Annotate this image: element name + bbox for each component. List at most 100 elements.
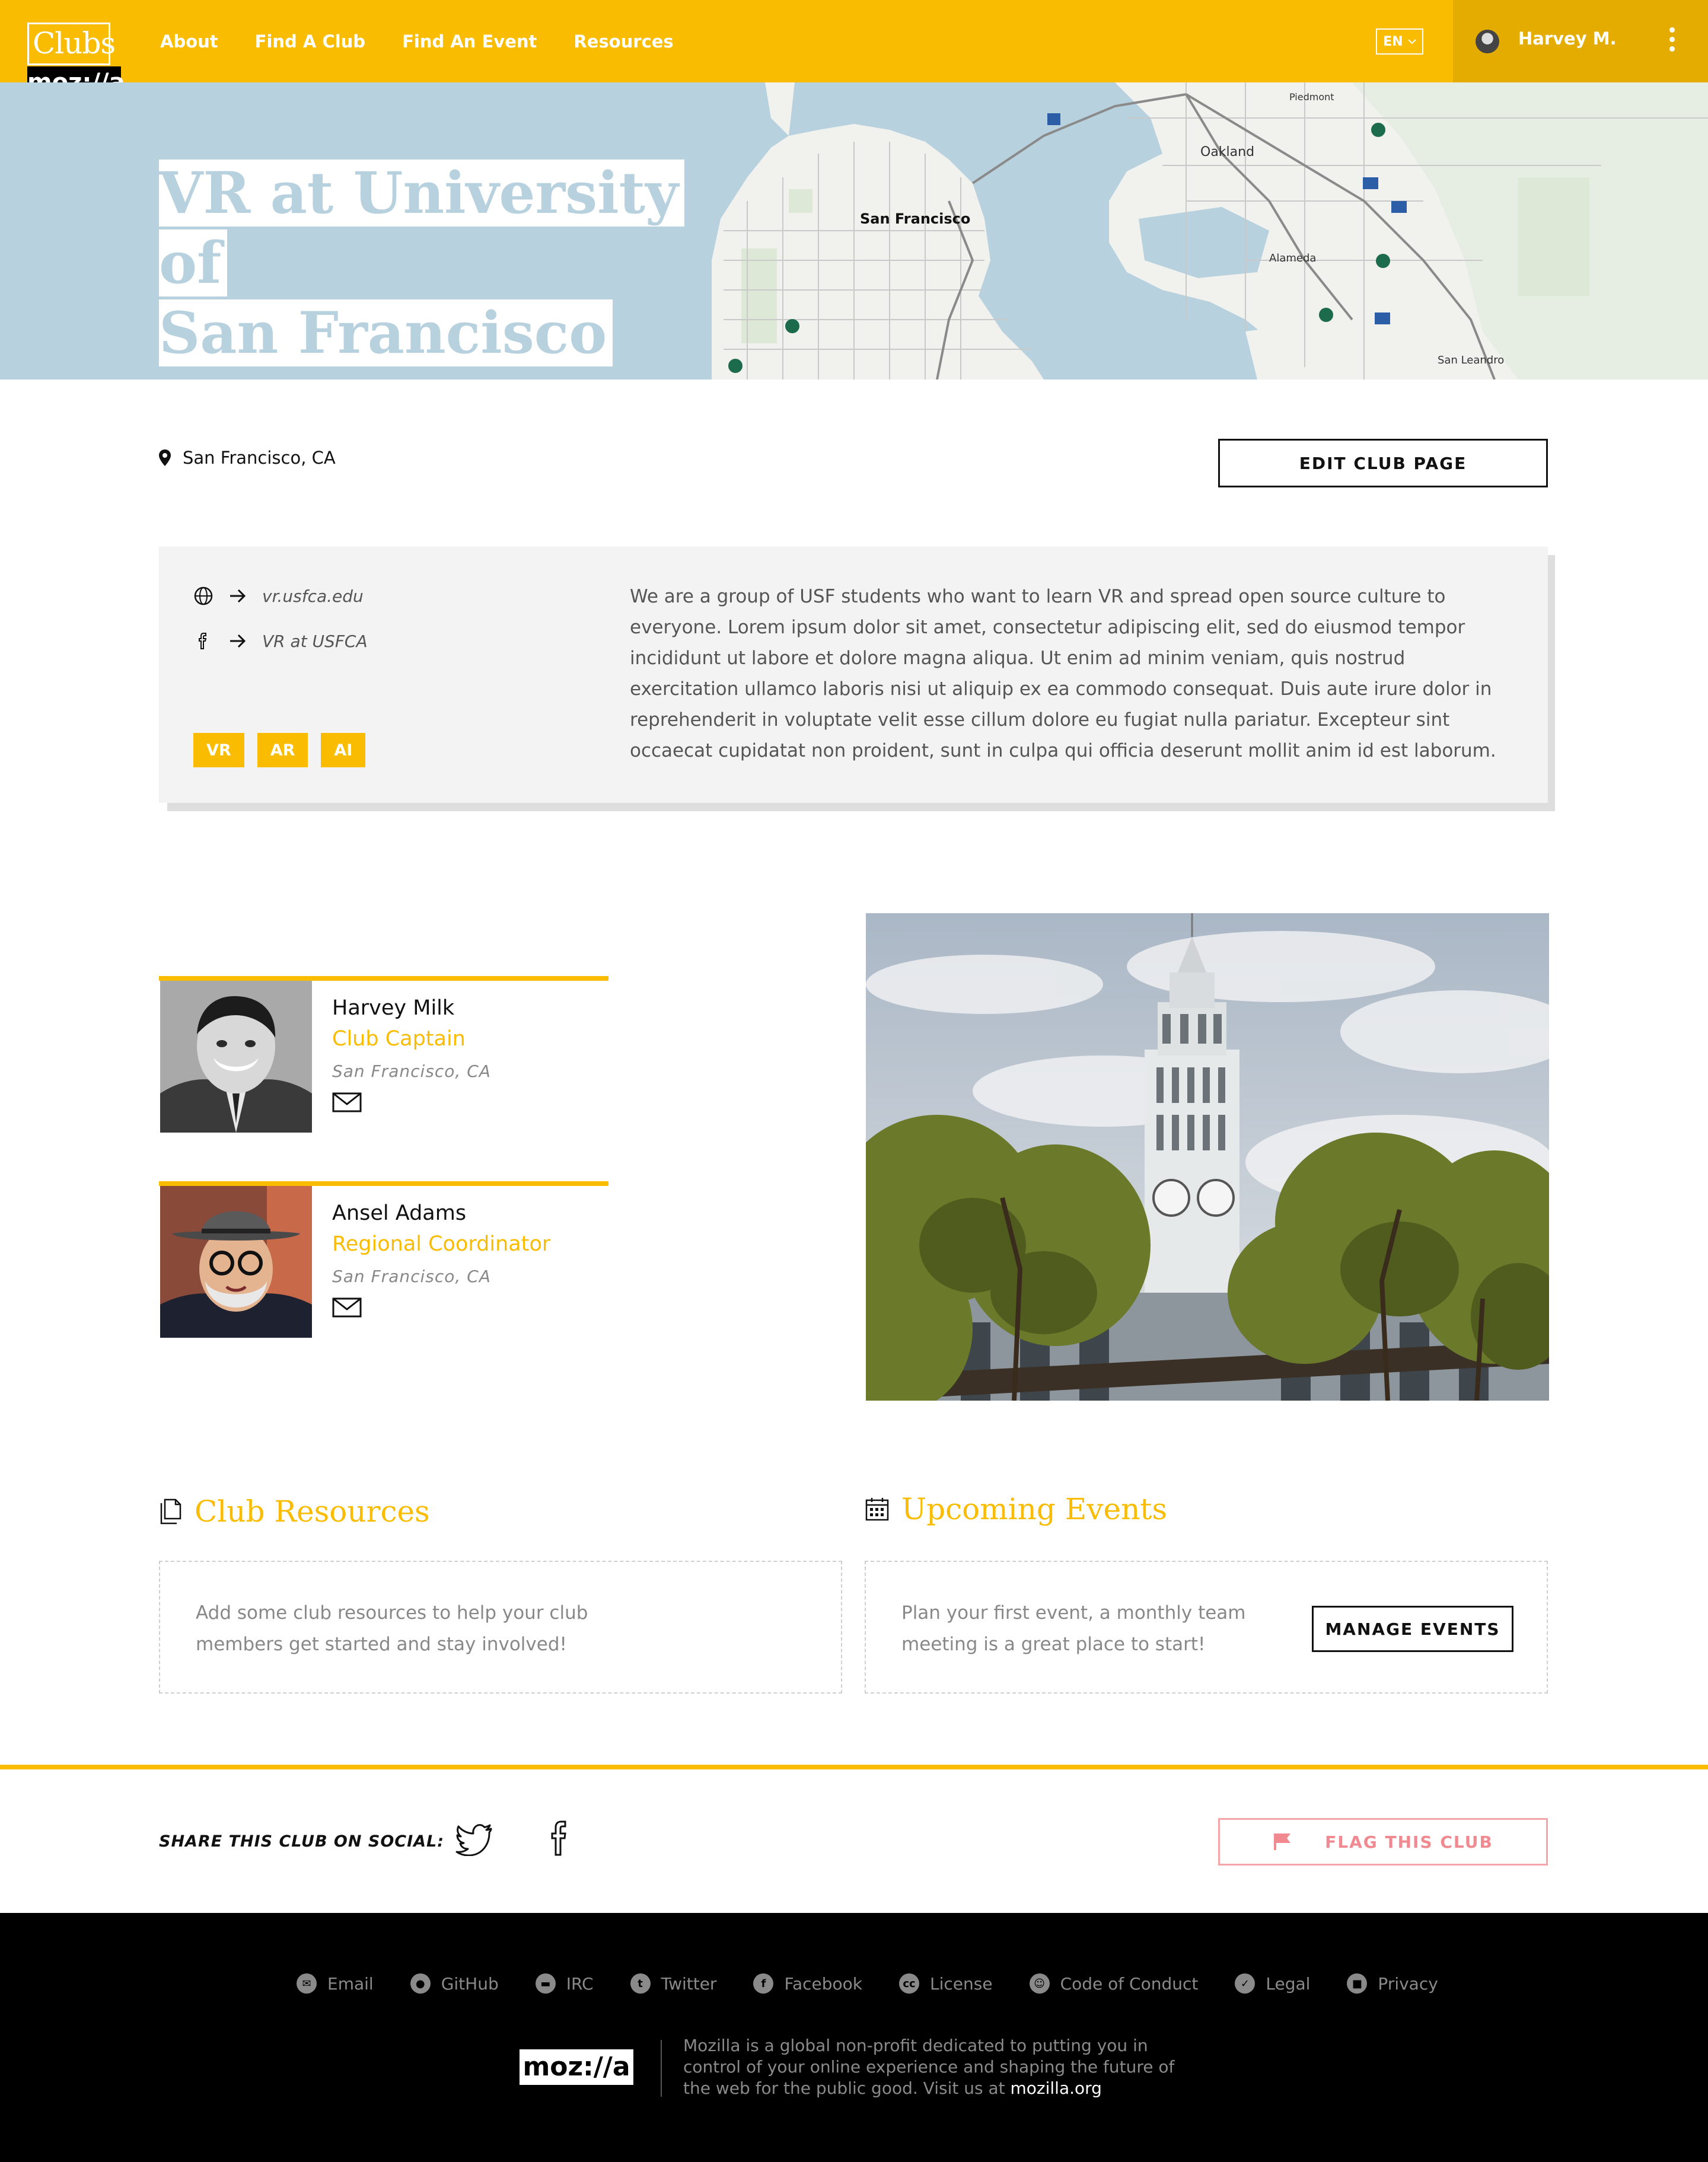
leader-name: Harvey Milk [332, 996, 455, 1020]
smiley-icon: ☺ [1029, 1973, 1050, 1994]
facebook-icon: f [753, 1973, 774, 1994]
footer-mozilla-link[interactable]: mozilla.org [1011, 2078, 1102, 2098]
map-label-oakland: Oakland [1200, 145, 1254, 160]
footer-link-github[interactable]: ● GitHub [410, 1973, 499, 1994]
leader-location: San Francisco, CA [332, 1267, 491, 1286]
share-label: SHARE THIS CLUB ON SOCIAL: [159, 1832, 445, 1851]
irc-icon: ▬ [535, 1973, 556, 1994]
clubs-logo-text: Clubs [27, 23, 116, 65]
twitter-icon[interactable] [455, 1824, 493, 1856]
nav-about[interactable]: About [160, 31, 218, 52]
manage-events-button[interactable]: MANAGE EVENTS [1312, 1606, 1513, 1652]
user-menu[interactable]: Harvey M. [1453, 0, 1708, 82]
footer-about: Mozilla is a global non-profit dedicated… [683, 2035, 1193, 2099]
footer-link-label: Code of Conduct [1060, 1973, 1199, 1994]
footer-link-facebook[interactable]: f Facebook [753, 1973, 862, 1994]
footer-link-label: Twitter [661, 1973, 717, 1994]
footer-links: ✉ Email ● GitHub ▬ IRC t Twitter f Facebook c… [297, 1973, 1475, 1994]
footer-mozilla-logo[interactable]: moz://a [520, 2049, 633, 2085]
footer-link-privacy[interactable]: ■ Privacy [1347, 1973, 1438, 1994]
map-label-sf: San Francisco [860, 211, 970, 227]
upcoming-events-title: Upcoming Events [901, 1492, 1168, 1526]
map-label-piedmont: Piedmont [1289, 91, 1334, 103]
footer-link-code-of-conduct[interactable]: ☺ Code of Conduct [1029, 1973, 1199, 1994]
club-resources-title: Club Resources [195, 1494, 430, 1529]
leader-photo-ansel [160, 1186, 312, 1338]
footer-link-label: IRC [566, 1973, 594, 1994]
facebook-text: VR at USFCA [262, 631, 368, 651]
events-empty-text: Plan your first event, a monthly team me… [901, 1602, 1246, 1655]
footer-link-label: Privacy [1378, 1973, 1438, 1994]
website-text: vr.usfca.edu [262, 586, 364, 606]
footer-link-label: Facebook [784, 1973, 863, 1994]
envelope-icon[interactable] [332, 1092, 362, 1112]
twitter-icon: t [630, 1973, 651, 1994]
footer-link-twitter[interactable]: t Twitter [630, 1973, 717, 1994]
map-pin-icon [159, 449, 171, 466]
upcoming-events-heading: Upcoming Events [865, 1492, 1167, 1526]
envelope-icon[interactable] [332, 1297, 362, 1318]
calendar-icon [865, 1498, 889, 1521]
tag-ai[interactable]: AI [321, 733, 366, 767]
language-selector[interactable]: EN [1376, 28, 1423, 55]
leader-card-1: Harvey Milk Club Captain San Francisco, … [159, 976, 608, 1133]
club-location: San Francisco, CA [159, 448, 336, 468]
tag-ar[interactable]: AR [257, 733, 308, 767]
license-icon: cc [899, 1973, 920, 1994]
main-nav: About Find A Club Find An Event Resource… [160, 0, 710, 82]
hero-map-banner: San Francisco Oakland Alameda Piedmont S… [0, 82, 1708, 380]
map-label-san-leandro: San Leandro [1438, 354, 1504, 366]
resources-empty-text: Add some club resources to help your clu… [196, 1602, 588, 1655]
facebook-icon[interactable] [548, 1819, 572, 1857]
website-link[interactable]: vr.usfca.edu [193, 586, 364, 606]
arrow-right-icon [230, 589, 246, 603]
facebook-icon [199, 633, 207, 649]
footer-link-label: GitHub [441, 1973, 499, 1994]
language-value: EN [1383, 34, 1403, 49]
section-divider [0, 1765, 1708, 1769]
footer-link-email[interactable]: ✉ Email [297, 1973, 374, 1994]
club-photo-ferry-building [866, 913, 1549, 1401]
footer-divider [661, 2040, 662, 2097]
leader-role: Regional Coordinator [332, 1232, 551, 1256]
leader-accent-bar [159, 1181, 608, 1186]
club-title-line-2: San Francisco [159, 299, 613, 366]
chevron-down-icon [1408, 39, 1416, 44]
footer-link-irc[interactable]: ▬ IRC [535, 1973, 594, 1994]
leader-name: Ansel Adams [332, 1201, 467, 1225]
club-title: VR at University of San Francisco [159, 158, 693, 368]
footer-link-legal[interactable]: ✓ Legal [1235, 1973, 1310, 1994]
flag-icon [1274, 1833, 1291, 1850]
map-label-alameda: Alameda [1269, 252, 1316, 264]
tag-vr[interactable]: VR [193, 733, 244, 767]
facebook-link[interactable]: VR at USFCA [193, 631, 368, 651]
leader-photo-harvey [160, 981, 312, 1133]
club-location-text: San Francisco, CA [183, 448, 336, 468]
leader-role: Club Captain [332, 1027, 466, 1051]
site-footer: ✉ Email ● GitHub ▬ IRC t Twitter f Facebook c… [0, 1913, 1708, 2162]
nav-find-an-event[interactable]: Find An Event [402, 31, 537, 52]
leader-accent-bar [159, 976, 608, 981]
club-tags: VR AR AI [193, 733, 366, 767]
club-title-line-1: VR at University of [159, 160, 684, 296]
github-icon: ● [410, 1973, 431, 1994]
footer-link-label: Email [327, 1973, 374, 1994]
nav-find-a-club[interactable]: Find A Club [255, 31, 365, 52]
footer-link-license[interactable]: cc License [899, 1973, 993, 1994]
more-options-icon[interactable] [1669, 27, 1677, 53]
club-description: We are a group of USF students who want … [630, 586, 1496, 761]
leader-location: San Francisco, CA [332, 1061, 491, 1081]
flag-club-button[interactable]: FLAG THIS CLUB [1218, 1818, 1548, 1866]
globe-icon [194, 586, 213, 605]
club-resources-heading: Club Resources [159, 1494, 430, 1529]
leader-card-2: Ansel Adams Regional Coordinator San Fra… [159, 1181, 608, 1338]
resources-empty-box: Add some club resources to help your clu… [159, 1561, 842, 1694]
documents-icon [160, 1498, 181, 1525]
flag-club-label: FLAG THIS CLUB [1325, 1832, 1493, 1852]
edit-club-page-button[interactable]: EDIT CLUB PAGE [1218, 439, 1548, 487]
nav-resources[interactable]: Resources [573, 31, 673, 52]
arrow-right-icon [230, 634, 246, 648]
top-navigation-bar: Clubs moz://a About Find A Club Find An … [0, 0, 1708, 98]
user-name: Harvey M. [1518, 28, 1617, 49]
email-icon: ✉ [297, 1973, 317, 1994]
